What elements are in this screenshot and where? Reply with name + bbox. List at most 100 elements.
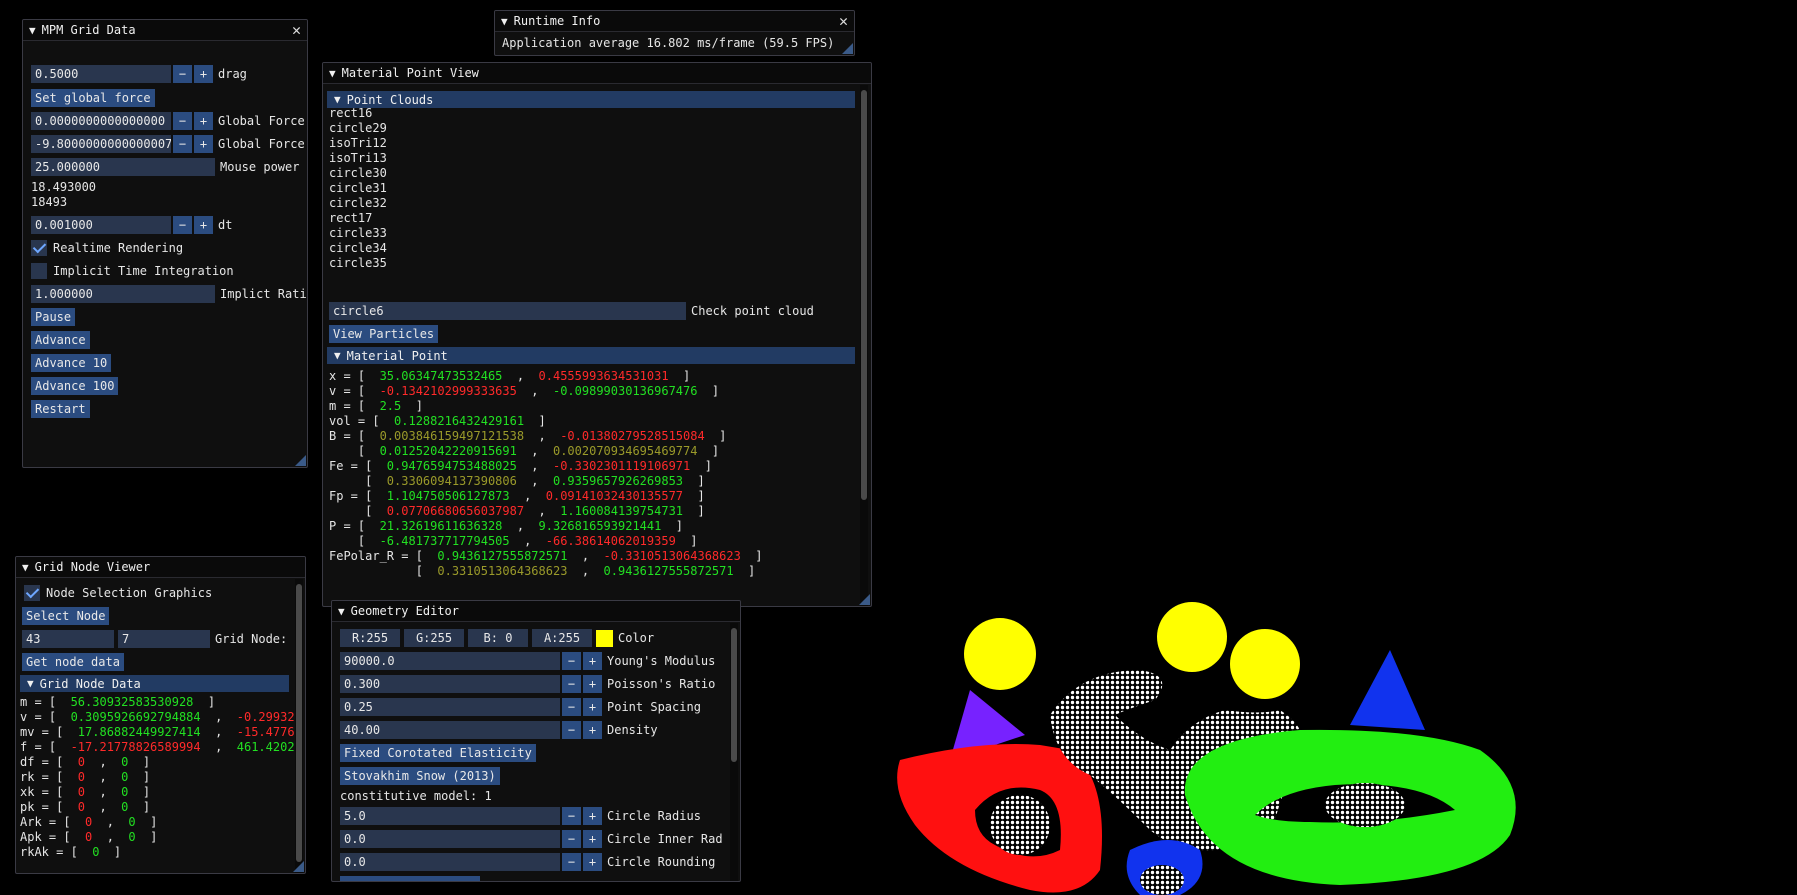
fixed-corotated-button[interactable]: Fixed Corotated Elasticity [340, 744, 536, 762]
data-line: B = [ 0.003846159497121538 , -0.01380279… [329, 429, 726, 444]
node-y-input[interactable]: 7 [118, 630, 210, 648]
set-global-force-button[interactable]: Set global force [31, 89, 155, 107]
point-cloud-item[interactable]: circle29 [329, 121, 387, 136]
point-cloud-item[interactable]: circle31 [329, 181, 387, 196]
runtime-info-window: ▼ Runtime Info ✕ Application average 16.… [494, 10, 855, 56]
density-input[interactable]: 40.00 [340, 721, 560, 739]
collapse-arrow-icon[interactable]: ▼ [22, 561, 29, 574]
collapse-arrow-icon[interactable]: ▼ [29, 24, 36, 37]
simulation-canvas[interactable] [880, 600, 1580, 895]
density-plus-button[interactable]: + [583, 721, 602, 739]
data-value: 0.07706680656037987 [386, 504, 525, 518]
dt-plus-button[interactable]: + [194, 216, 213, 234]
radius-plus-button[interactable]: + [583, 807, 602, 825]
scrollbar[interactable] [295, 579, 303, 873]
resize-grip[interactable] [859, 594, 870, 605]
scrollbar[interactable] [860, 85, 868, 606]
poisson-plus-button[interactable]: + [583, 675, 602, 693]
view-particles-button[interactable]: View Particles [329, 325, 439, 343]
point-cloud-item[interactable]: isoTri13 [329, 151, 387, 166]
rounding-plus-button[interactable]: + [583, 853, 602, 871]
grid-node-viewer-titlebar[interactable]: ▼ Grid Node Viewer [16, 557, 305, 578]
youngs-modulus-input[interactable]: 90000.0 [340, 652, 560, 670]
point-clouds-header[interactable]: ▼ Point Clouds [327, 91, 855, 108]
data-punct: mv = [ [20, 725, 78, 739]
point-cloud-item[interactable]: circle30 [329, 166, 387, 181]
pause-button[interactable]: Pause [31, 308, 76, 326]
spacing-plus-button[interactable]: + [583, 698, 602, 716]
collapse-arrow-icon[interactable]: ▼ [329, 67, 336, 80]
inner-minus-button[interactable]: − [562, 830, 581, 848]
dt-minus-button[interactable]: − [173, 216, 192, 234]
data-punct: , [567, 549, 604, 563]
get-node-data-button[interactable]: Get node data [22, 653, 124, 671]
global-force-x-input[interactable]: 0.0000000000000000 [31, 112, 171, 130]
resize-grip[interactable] [295, 455, 306, 466]
close-icon[interactable]: ✕ [292, 21, 301, 39]
point-spacing-input[interactable]: 0.25 [340, 698, 560, 716]
point-cloud-item[interactable]: circle32 [329, 196, 387, 211]
force-x-minus-button[interactable]: − [173, 112, 192, 130]
point-cloud-item[interactable]: circle34 [329, 241, 387, 256]
grid-node-data-header[interactable]: ▼ Grid Node Data [20, 675, 289, 692]
select-node-button[interactable]: Select Node [22, 607, 110, 625]
inner-plus-button[interactable]: + [583, 830, 602, 848]
youngs-plus-button[interactable]: + [583, 652, 602, 670]
scrollbar-thumb[interactable] [296, 584, 302, 862]
radius-minus-button[interactable]: − [562, 807, 581, 825]
color-a-input[interactable]: A:255 [532, 629, 592, 647]
dt-input[interactable]: 0.001000 [31, 216, 171, 234]
node-selection-graphics-checkbox[interactable] [24, 585, 40, 601]
scrollbar-thumb[interactable] [861, 90, 867, 500]
spacing-minus-button[interactable]: − [562, 698, 581, 716]
density-minus-button[interactable]: − [562, 721, 581, 739]
drag-plus-button[interactable]: + [194, 65, 213, 83]
circle-radius-input[interactable]: 5.0 [340, 807, 560, 825]
point-cloud-item[interactable]: circle35 [329, 256, 387, 271]
mouse-power-input[interactable]: 25.000000 [31, 158, 215, 176]
drag-input[interactable]: 0.5000 [31, 65, 171, 83]
rounding-minus-button[interactable]: − [562, 853, 581, 871]
force-x-plus-button[interactable]: + [194, 112, 213, 130]
runtime-info-titlebar[interactable]: ▼ Runtime Info ✕ [495, 11, 854, 32]
mpm-grid-data-titlebar[interactable]: ▼ MPM Grid Data ✕ [23, 20, 307, 41]
close-icon[interactable]: ✕ [839, 12, 848, 30]
scrollbar[interactable] [730, 623, 738, 881]
advance-10-button[interactable]: Advance 10 [31, 354, 112, 372]
point-cloud-select-input[interactable]: circle6 [329, 302, 686, 320]
resize-grip[interactable] [842, 43, 853, 54]
circle-inner-radius-input[interactable]: 0.0 [340, 830, 560, 848]
partial-button[interactable] [340, 876, 480, 881]
color-b-input[interactable]: B: 0 [468, 629, 528, 647]
geometry-editor-titlebar[interactable]: ▼ Geometry Editor [332, 601, 740, 622]
color-swatch[interactable] [596, 629, 613, 647]
restart-button[interactable]: Restart [31, 400, 90, 418]
poisson-ratio-input[interactable]: 0.300 [340, 675, 560, 693]
drag-minus-button[interactable]: − [173, 65, 192, 83]
circle-rounding-input[interactable]: 0.0 [340, 853, 560, 871]
color-g-input[interactable]: G:255 [404, 629, 464, 647]
force-y-plus-button[interactable]: + [194, 135, 213, 153]
collapse-arrow-icon[interactable]: ▼ [338, 605, 345, 618]
poisson-minus-button[interactable]: − [562, 675, 581, 693]
youngs-minus-button[interactable]: − [562, 652, 581, 670]
force-y-minus-button[interactable]: − [173, 135, 192, 153]
scrollbar-thumb[interactable] [731, 628, 737, 762]
color-r-input[interactable]: R:255 [340, 629, 400, 647]
point-cloud-item[interactable]: rect17 [329, 211, 372, 226]
advance-100-button[interactable]: Advance 100 [31, 377, 119, 395]
global-force-y-input[interactable]: -9.8000000000000007 [31, 135, 171, 153]
implicit-ratio-input[interactable]: 1.000000 [31, 285, 215, 303]
advance-button[interactable]: Advance [31, 331, 90, 349]
collapse-arrow-icon[interactable]: ▼ [501, 15, 508, 28]
stovakhim-snow-button[interactable]: Stovakhim Snow (2013) [340, 767, 500, 785]
material-point-header[interactable]: ▼ Material Point [327, 347, 855, 364]
point-cloud-item[interactable]: isoTri12 [329, 136, 387, 151]
point-cloud-item[interactable]: circle33 [329, 226, 387, 241]
material-point-view-titlebar[interactable]: ▼ Material Point View [323, 63, 871, 84]
realtime-rendering-checkbox[interactable] [31, 240, 47, 256]
implicit-time-integration-checkbox[interactable] [31, 263, 47, 279]
resize-grip[interactable] [293, 861, 304, 872]
node-x-input[interactable]: 43 [22, 630, 114, 648]
point-cloud-item[interactable]: rect16 [329, 106, 372, 121]
